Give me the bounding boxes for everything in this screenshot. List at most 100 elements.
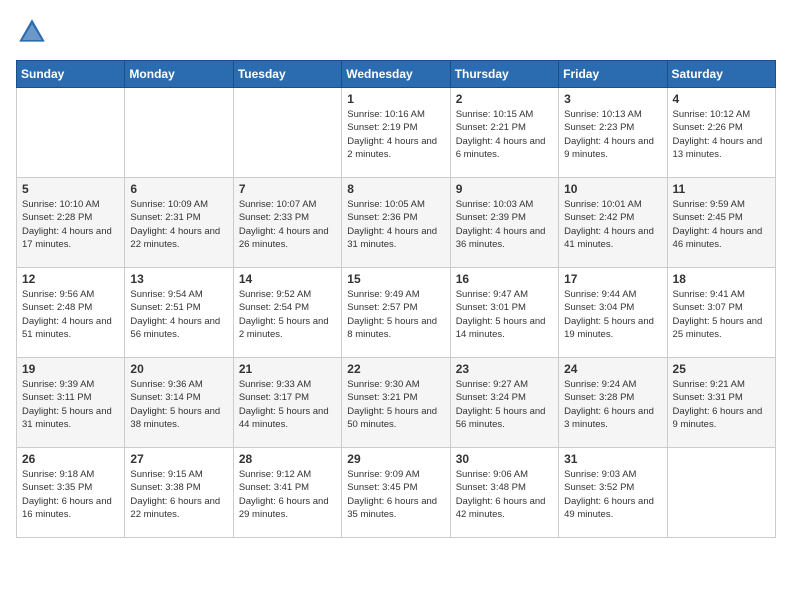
calendar-cell: 1Sunrise: 10:16 AMSunset: 2:19 PMDayligh… — [342, 88, 450, 178]
day-info: Sunrise: 9:18 AMSunset: 3:35 PMDaylight:… — [22, 468, 119, 521]
day-info: Sunrise: 9:09 AMSunset: 3:45 PMDaylight:… — [347, 468, 444, 521]
day-number: 19 — [22, 362, 119, 376]
calendar-cell — [233, 88, 341, 178]
day-info: Sunrise: 9:24 AMSunset: 3:28 PMDaylight:… — [564, 378, 661, 431]
day-number: 25 — [673, 362, 770, 376]
day-info: Sunrise: 9:12 AMSunset: 3:41 PMDaylight:… — [239, 468, 336, 521]
day-number: 3 — [564, 92, 661, 106]
day-number: 31 — [564, 452, 661, 466]
day-info: Sunrise: 9:03 AMSunset: 3:52 PMDaylight:… — [564, 468, 661, 521]
day-info: Sunrise: 10:01 AMSunset: 2:42 PMDaylight… — [564, 198, 661, 251]
day-info: Sunrise: 9:54 AMSunset: 2:51 PMDaylight:… — [130, 288, 227, 341]
day-number: 23 — [456, 362, 553, 376]
calendar-cell: 11 Sunrise: 9:59 AMSunset: 2:45 PMDayligh… — [667, 178, 775, 268]
calendar-cell: 19 Sunrise: 9:39 AMSunset: 3:11 PMDayligh… — [17, 358, 125, 448]
weekday-header: Saturday — [667, 61, 775, 88]
day-number: 15 — [347, 272, 444, 286]
calendar-cell: 21 Sunrise: 9:33 AMSunset: 3:17 PMDayligh… — [233, 358, 341, 448]
calendar-week-row: 26 Sunrise: 9:18 AMSunset: 3:35 PMDayligh… — [17, 448, 776, 538]
calendar-cell: 4 Sunrise: 10:12 AMSunset: 2:26 PMDayligh… — [667, 88, 775, 178]
logo-icon — [16, 16, 48, 48]
day-info: Sunrise: 9:49 AMSunset: 2:57 PMDaylight:… — [347, 288, 444, 341]
day-number: 29 — [347, 452, 444, 466]
calendar-cell: 14 Sunrise: 9:52 AMSunset: 2:54 PMDayligh… — [233, 268, 341, 358]
calendar-cell: 3 Sunrise: 10:13 AMSunset: 2:23 PMDayligh… — [559, 88, 667, 178]
calendar-cell: 15 Sunrise: 9:49 AMSunset: 2:57 PMDayligh… — [342, 268, 450, 358]
day-info: Sunrise: 9:06 AMSunset: 3:48 PMDaylight:… — [456, 468, 553, 521]
day-number: 12 — [22, 272, 119, 286]
calendar-cell: 9Sunrise: 10:03 AMSunset: 2:39 PMDayligh… — [450, 178, 558, 268]
calendar-cell: 22 Sunrise: 9:30 AMSunset: 3:21 PMDayligh… — [342, 358, 450, 448]
weekday-header: Tuesday — [233, 61, 341, 88]
calendar-cell: 29 Sunrise: 9:09 AMSunset: 3:45 PMDayligh… — [342, 448, 450, 538]
day-info: Sunrise: 10:13 AMSunset: 2:23 PMDaylight… — [564, 108, 661, 161]
day-number: 26 — [22, 452, 119, 466]
calendar-cell: 25 Sunrise: 9:21 AMSunset: 3:31 PMDayligh… — [667, 358, 775, 448]
calendar-week-row: 1Sunrise: 10:16 AMSunset: 2:19 PMDayligh… — [17, 88, 776, 178]
day-info: Sunrise: 9:47 AMSunset: 3:01 PMDaylight:… — [456, 288, 553, 341]
day-info: Sunrise: 10:03 AMSunset: 2:39 PMDaylight… — [456, 198, 553, 251]
day-info: Sunrise: 9:30 AMSunset: 3:21 PMDaylight:… — [347, 378, 444, 431]
day-number: 7 — [239, 182, 336, 196]
weekday-header: Monday — [125, 61, 233, 88]
calendar-cell: 24Sunrise: 9:24 AMSunset: 3:28 PMDayligh… — [559, 358, 667, 448]
day-number: 30 — [456, 452, 553, 466]
calendar-cell — [17, 88, 125, 178]
day-info: Sunrise: 10:12 AMSunset: 2:26 PMDaylight… — [673, 108, 770, 161]
day-number: 13 — [130, 272, 227, 286]
day-number: 8 — [347, 182, 444, 196]
calendar-cell: 8 Sunrise: 10:05 AMSunset: 2:36 PMDayligh… — [342, 178, 450, 268]
calendar-cell: 28 Sunrise: 9:12 AMSunset: 3:41 PMDayligh… — [233, 448, 341, 538]
calendar-week-row: 19 Sunrise: 9:39 AMSunset: 3:11 PMDayligh… — [17, 358, 776, 448]
calendar-cell: 5 Sunrise: 10:10 AMSunset: 2:28 PMDayligh… — [17, 178, 125, 268]
day-info: Sunrise: 9:39 AMSunset: 3:11 PMDaylight:… — [22, 378, 119, 431]
day-info: Sunrise: 10:07 AMSunset: 2:33 PMDaylight… — [239, 198, 336, 251]
page-header — [16, 16, 776, 48]
day-info: Sunrise: 10:09 AMSunset: 2:31 PMDaylight… — [130, 198, 227, 251]
calendar-cell: 16 Sunrise: 9:47 AMSunset: 3:01 PMDayligh… — [450, 268, 558, 358]
day-info: Sunrise: 9:56 AMSunset: 2:48 PMDaylight:… — [22, 288, 119, 341]
calendar-cell: 12 Sunrise: 9:56 AMSunset: 2:48 PMDayligh… — [17, 268, 125, 358]
day-info: Sunrise: 9:33 AMSunset: 3:17 PMDaylight:… — [239, 378, 336, 431]
calendar-cell — [667, 448, 775, 538]
day-number: 5 — [22, 182, 119, 196]
calendar-cell: 13 Sunrise: 9:54 AMSunset: 2:51 PMDayligh… — [125, 268, 233, 358]
calendar-cell: 7 Sunrise: 10:07 AMSunset: 2:33 PMDayligh… — [233, 178, 341, 268]
calendar-cell: 20 Sunrise: 9:36 AMSunset: 3:14 PMDayligh… — [125, 358, 233, 448]
weekday-header: Wednesday — [342, 61, 450, 88]
day-number: 28 — [239, 452, 336, 466]
day-number: 20 — [130, 362, 227, 376]
day-info: Sunrise: 9:27 AMSunset: 3:24 PMDaylight:… — [456, 378, 553, 431]
calendar-cell — [125, 88, 233, 178]
day-info: Sunrise: 9:52 AMSunset: 2:54 PMDaylight:… — [239, 288, 336, 341]
day-number: 10 — [564, 182, 661, 196]
day-info: Sunrise: 10:05 AMSunset: 2:36 PMDaylight… — [347, 198, 444, 251]
calendar-week-row: 5 Sunrise: 10:10 AMSunset: 2:28 PMDayligh… — [17, 178, 776, 268]
day-number: 11 — [673, 182, 770, 196]
day-number: 22 — [347, 362, 444, 376]
day-info: Sunrise: 9:36 AMSunset: 3:14 PMDaylight:… — [130, 378, 227, 431]
day-number: 16 — [456, 272, 553, 286]
calendar-table: SundayMondayTuesdayWednesdayThursdayFrid… — [16, 60, 776, 538]
calendar-cell: 26 Sunrise: 9:18 AMSunset: 3:35 PMDayligh… — [17, 448, 125, 538]
day-info: Sunrise: 9:59 AMSunset: 2:45 PMDaylight:… — [673, 198, 770, 251]
calendar-week-row: 12 Sunrise: 9:56 AMSunset: 2:48 PMDayligh… — [17, 268, 776, 358]
weekday-header: Thursday — [450, 61, 558, 88]
day-number: 21 — [239, 362, 336, 376]
day-number: 2 — [456, 92, 553, 106]
day-info: Sunrise: 9:15 AMSunset: 3:38 PMDaylight:… — [130, 468, 227, 521]
day-number: 17 — [564, 272, 661, 286]
calendar-cell: 2Sunrise: 10:15 AMSunset: 2:21 PMDayligh… — [450, 88, 558, 178]
calendar-cell: 10 Sunrise: 10:01 AMSunset: 2:42 PMDaylig… — [559, 178, 667, 268]
calendar-cell: 6 Sunrise: 10:09 AMSunset: 2:31 PMDayligh… — [125, 178, 233, 268]
calendar-cell: 23 Sunrise: 9:27 AMSunset: 3:24 PMDayligh… — [450, 358, 558, 448]
day-number: 4 — [673, 92, 770, 106]
weekday-header-row: SundayMondayTuesdayWednesdayThursdayFrid… — [17, 61, 776, 88]
calendar-cell: 17Sunrise: 9:44 AMSunset: 3:04 PMDayligh… — [559, 268, 667, 358]
day-number: 6 — [130, 182, 227, 196]
day-info: Sunrise: 10:16 AMSunset: 2:19 PMDaylight… — [347, 108, 444, 161]
day-info: Sunrise: 10:10 AMSunset: 2:28 PMDaylight… — [22, 198, 119, 251]
day-number: 14 — [239, 272, 336, 286]
calendar-cell: 31 Sunrise: 9:03 AMSunset: 3:52 PMDayligh… — [559, 448, 667, 538]
day-info: Sunrise: 9:21 AMSunset: 3:31 PMDaylight:… — [673, 378, 770, 431]
